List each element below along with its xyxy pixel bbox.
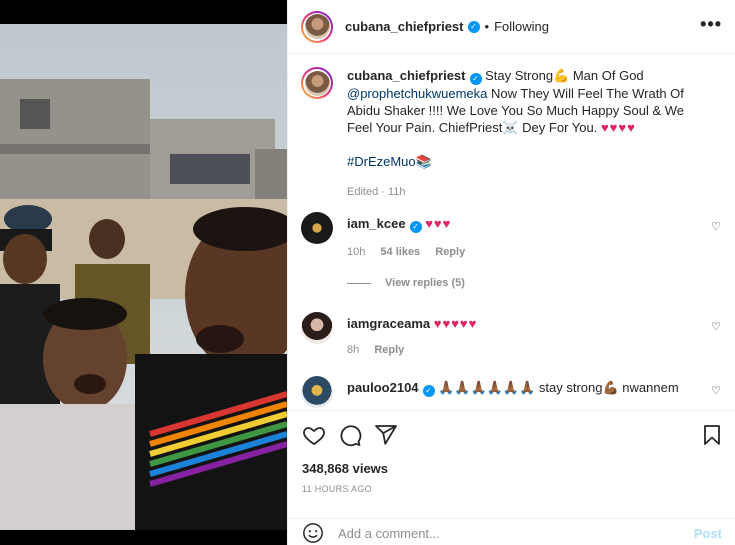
- comment-text-2: stay strong💪🏾 nwannem: [538, 380, 679, 395]
- verified-badge-icon: ✓: [469, 73, 482, 85]
- emoji-icon[interactable]: [302, 522, 324, 544]
- separator-dot: •: [484, 19, 490, 34]
- mention-link[interactable]: @prophetchukwuemeka: [347, 86, 487, 101]
- bookmark-icon[interactable]: [700, 423, 724, 447]
- reply-button[interactable]: Reply: [374, 344, 404, 356]
- post-time: 11 HOURS AGO: [302, 484, 372, 494]
- like-comment-icon[interactable]: ♡: [711, 220, 721, 233]
- post-actions: 348,868 views 11 HOURS AGO: [288, 410, 735, 530]
- commenter-avatar[interactable]: [301, 376, 333, 408]
- reply-button[interactable]: Reply: [435, 246, 465, 258]
- more-options-icon[interactable]: •••: [700, 14, 722, 35]
- add-comment-bar: Add a comment... Post: [288, 518, 735, 545]
- verified-badge-icon: ✓: [422, 385, 435, 397]
- comment-icon[interactable]: [338, 423, 362, 447]
- comment-time: 10h: [347, 246, 366, 258]
- post-video[interactable]: [0, 24, 287, 530]
- like-comment-icon[interactable]: ♡: [711, 384, 721, 397]
- commenter-username[interactable]: pauloo2104: [347, 380, 419, 395]
- share-icon[interactable]: [374, 423, 398, 447]
- following-button[interactable]: Following: [494, 19, 549, 34]
- hashtag-link[interactable]: #DrEzeMuo📚: [347, 154, 432, 169]
- like-comment-icon[interactable]: ♡: [711, 320, 721, 333]
- comment-text: 🙏🏾🙏🏾🙏🏾🙏🏾🙏🏾🙏🏾: [438, 380, 536, 395]
- video-frame-image: [0, 24, 287, 530]
- comment-text: ♥♥♥♥♥: [433, 316, 478, 331]
- post-side-panel: cubana_chiefpriest ✓ • Following ••• cub…: [287, 0, 735, 545]
- like-icon[interactable]: [302, 423, 326, 447]
- comment-meta: 8h Reply: [347, 344, 416, 356]
- caption-username[interactable]: cubana_chiefpriest: [347, 68, 466, 83]
- comments-section[interactable]: cubana_chiefpriest ✓ Stay Strong💪 Man Of …: [288, 55, 735, 410]
- post-header: cubana_chiefpriest ✓ • Following •••: [288, 0, 735, 54]
- commenter-avatar[interactable]: [301, 212, 333, 244]
- comment-likes[interactable]: 54 likes: [380, 246, 420, 258]
- comment-body: pauloo2104 ✓ 🙏🏾🙏🏾🙏🏾🙏🏾🙏🏾🙏🏾 stay strong💪🏾 n…: [347, 380, 707, 397]
- comment-body: iam_kcee ✓ ♥♥♥: [347, 216, 707, 233]
- commenter-username[interactable]: iamgraceama: [347, 316, 430, 331]
- comment-input[interactable]: Add a comment...: [338, 526, 440, 541]
- caption-hearts: ♥♥♥♥: [600, 120, 636, 135]
- view-replies-button[interactable]: View replies (5): [347, 277, 465, 289]
- comment-time: 8h: [347, 344, 360, 356]
- comment-meta: 10h 54 likes Reply: [347, 246, 477, 258]
- edited-time: Edited · 11h: [347, 186, 406, 198]
- view-replies-label: View replies (5): [385, 277, 465, 289]
- post-button[interactable]: Post: [694, 526, 722, 541]
- commenter-username[interactable]: iam_kcee: [347, 216, 406, 231]
- verified-badge-icon: ✓: [409, 221, 422, 233]
- verified-badge-icon: ✓: [467, 20, 480, 33]
- author-avatar[interactable]: [301, 10, 333, 43]
- caption-avatar[interactable]: [301, 67, 333, 99]
- instagram-post: cubana_chiefpriest ✓ • Following ••• cub…: [0, 0, 735, 545]
- comment-body: iamgraceama ♥♥♥♥♥: [347, 316, 707, 331]
- commenter-avatar[interactable]: [301, 312, 333, 344]
- view-count[interactable]: 348,868 views: [302, 461, 388, 476]
- caption-text: cubana_chiefpriest ✓ Stay Strong💪 Man Of …: [347, 67, 707, 201]
- author-username[interactable]: cubana_chiefpriest: [345, 19, 464, 34]
- divider: [347, 282, 371, 284]
- caption-part1: Stay Strong💪 Man Of God: [485, 68, 644, 83]
- comment-text: ♥♥♥: [425, 216, 452, 231]
